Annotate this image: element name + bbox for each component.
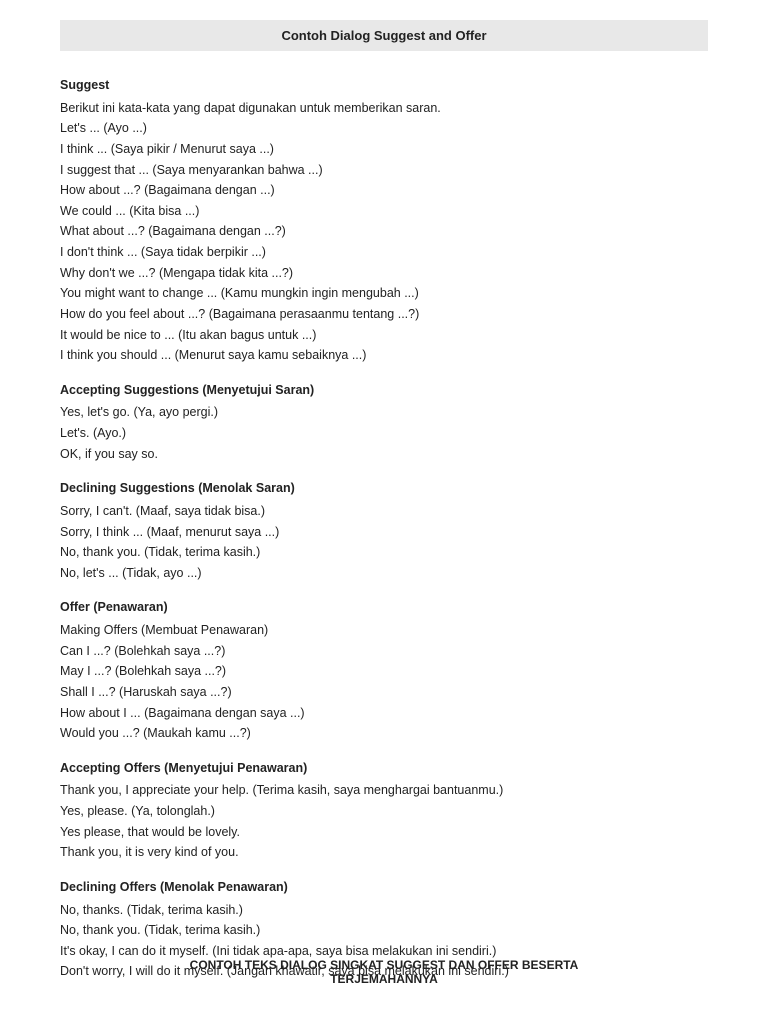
section-line-3-2: May I ...? (Bolehkah saya ...?) [60,661,708,682]
section-line-2-3: No, let's ... (Tidak, ayo ...) [60,563,708,584]
footer-line1: CONTOH TEKS DIALOG SINGKAT SUGGEST DAN O… [60,958,708,972]
section-line-5-1: No, thank you. (Tidak, terima kasih.) [60,920,708,941]
section-title-accepting-offers: Accepting Offers (Menyetujui Penawaran) [60,758,708,779]
page-container: Contoh Dialog Suggest and Offer SuggestB… [0,0,768,1036]
section-declining-suggestions: Declining Suggestions (Menolak Saran)Sor… [60,478,708,583]
section-offer: Offer (Penawaran)Making Offers (Membuat … [60,597,708,743]
section-line-4-1: Yes, please. (Ya, tolonglah.) [60,801,708,822]
section-line-0-4: How about ...? (Bagaimana dengan ...) [60,180,708,201]
section-line-3-0: Making Offers (Membuat Penawaran) [60,620,708,641]
section-accepting-offers: Accepting Offers (Menyetujui Penawaran)T… [60,758,708,863]
section-line-0-11: It would be nice to ... (Itu akan bagus … [60,325,708,346]
section-suggest-intro: SuggestBerikut ini kata-kata yang dapat … [60,75,708,366]
section-line-1-1: Let's. (Ayo.) [60,423,708,444]
section-line-1-0: Yes, let's go. (Ya, ayo pergi.) [60,402,708,423]
section-line-2-0: Sorry, I can't. (Maaf, saya tidak bisa.) [60,501,708,522]
section-line-0-10: How do you feel about ...? (Bagaimana pe… [60,304,708,325]
section-line-2-1: Sorry, I think ... (Maaf, menurut saya .… [60,522,708,543]
footer-line2: TERJEMAHANNYA [60,972,708,986]
section-line-0-7: I don't think ... (Saya tidak berpikir .… [60,242,708,263]
section-line-0-5: We could ... (Kita bisa ...) [60,201,708,222]
section-line-3-4: How about I ... (Bagaimana dengan saya .… [60,703,708,724]
section-line-3-3: Shall I ...? (Haruskah saya ...?) [60,682,708,703]
section-line-3-1: Can I ...? (Bolehkah saya ...?) [60,641,708,662]
section-line-0-2: I think ... (Saya pikir / Menurut saya .… [60,139,708,160]
section-line-0-0: Berikut ini kata-kata yang dapat digunak… [60,98,708,119]
section-line-0-8: Why don't we ...? (Mengapa tidak kita ..… [60,263,708,284]
section-line-0-3: I suggest that ... (Saya menyarankan bah… [60,160,708,181]
page-title: Contoh Dialog Suggest and Offer [60,20,708,51]
section-line-4-3: Thank you, it is very kind of you. [60,842,708,863]
section-line-5-0: No, thanks. (Tidak, terima kasih.) [60,900,708,921]
section-title-declining-offers: Declining Offers (Menolak Penawaran) [60,877,708,898]
section-line-3-5: Would you ...? (Maukah kamu ...?) [60,723,708,744]
section-line-4-0: Thank you, I appreciate your help. (Teri… [60,780,708,801]
section-title-declining-suggestions: Declining Suggestions (Menolak Saran) [60,478,708,499]
section-title-suggest-intro: Suggest [60,75,708,96]
section-line-2-2: No, thank you. (Tidak, terima kasih.) [60,542,708,563]
section-title-accepting-suggestions: Accepting Suggestions (Menyetujui Saran) [60,380,708,401]
page-footer: CONTOH TEKS DIALOG SINGKAT SUGGEST DAN O… [0,958,768,986]
section-line-0-9: You might want to change ... (Kamu mungk… [60,283,708,304]
section-line-0-6: What about ...? (Bagaimana dengan ...?) [60,221,708,242]
content-area: SuggestBerikut ini kata-kata yang dapat … [60,75,708,982]
section-accepting-suggestions: Accepting Suggestions (Menyetujui Saran)… [60,380,708,465]
section-title-offer: Offer (Penawaran) [60,597,708,618]
section-line-4-2: Yes please, that would be lovely. [60,822,708,843]
section-line-1-2: OK, if you say so. [60,444,708,465]
section-line-0-12: I think you should ... (Menurut saya kam… [60,345,708,366]
section-line-0-1: Let's ... (Ayo ...) [60,118,708,139]
